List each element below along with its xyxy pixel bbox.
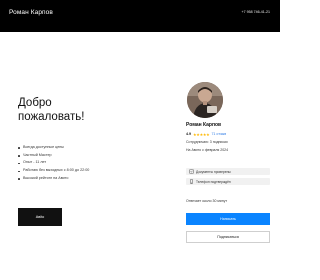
rating-stars: ★★★★★	[193, 131, 210, 137]
phone-number[interactable]: +7 958 746-41-21	[242, 10, 270, 14]
phone-verified-badge: Телефон подтверждён	[186, 178, 270, 185]
write-button[interactable]: Написать	[186, 213, 270, 225]
hero-title-line1: Добро	[18, 97, 52, 109]
avatar	[187, 82, 223, 118]
top-bar: Роман Карпов +7 958 746-41-21	[0, 0, 280, 32]
benefit-item: Высокий рейтинг на Авито	[18, 175, 89, 183]
reviews-link[interactable]: 71 отзыв	[211, 132, 226, 136]
profile-meta-subscriptions: Сотрудничаю: 3 подписки	[186, 140, 228, 144]
benefit-item: Частный Мастер	[18, 152, 89, 160]
docs-verified-label: Документы проверены	[196, 169, 231, 174]
site-brand[interactable]: Роман Карпов	[9, 9, 53, 16]
avatar-photo	[187, 82, 223, 118]
benefits-list: Всегда доступные цены Частный Мастер Опы…	[18, 144, 89, 183]
rating-row: 4.9 ★★★★★ 71 отзыв	[186, 131, 226, 137]
document-check-icon	[189, 169, 194, 174]
benefit-item: Всегда доступные цены	[18, 144, 89, 152]
avito-button[interactable]: Авito	[18, 208, 62, 226]
profile-name: Роман Карпов	[186, 122, 222, 128]
rating-value: 4.9	[186, 132, 191, 136]
profile-card: Роман Карпов 4.9 ★★★★★ 71 отзыв Сотрудни…	[182, 78, 270, 254]
benefit-item: Опыт - 11 лет	[18, 159, 89, 167]
benefit-item: Работаю без выходных с 8:00 до 22:00	[18, 167, 89, 175]
docs-verified-badge: Документы проверены	[186, 168, 270, 175]
hero-title-line2: пожаловать!	[18, 110, 85, 123]
hero-title: Добро пожаловать!	[18, 97, 84, 124]
profile-meta-since: На Авито с февраля 2024	[186, 148, 229, 152]
subscribe-button[interactable]: Подписаться	[186, 231, 270, 243]
response-time: Отвечает около 30 минут	[186, 199, 228, 203]
phone-check-icon	[189, 179, 194, 184]
phone-verified-label: Телефон подтверждён	[196, 179, 231, 184]
